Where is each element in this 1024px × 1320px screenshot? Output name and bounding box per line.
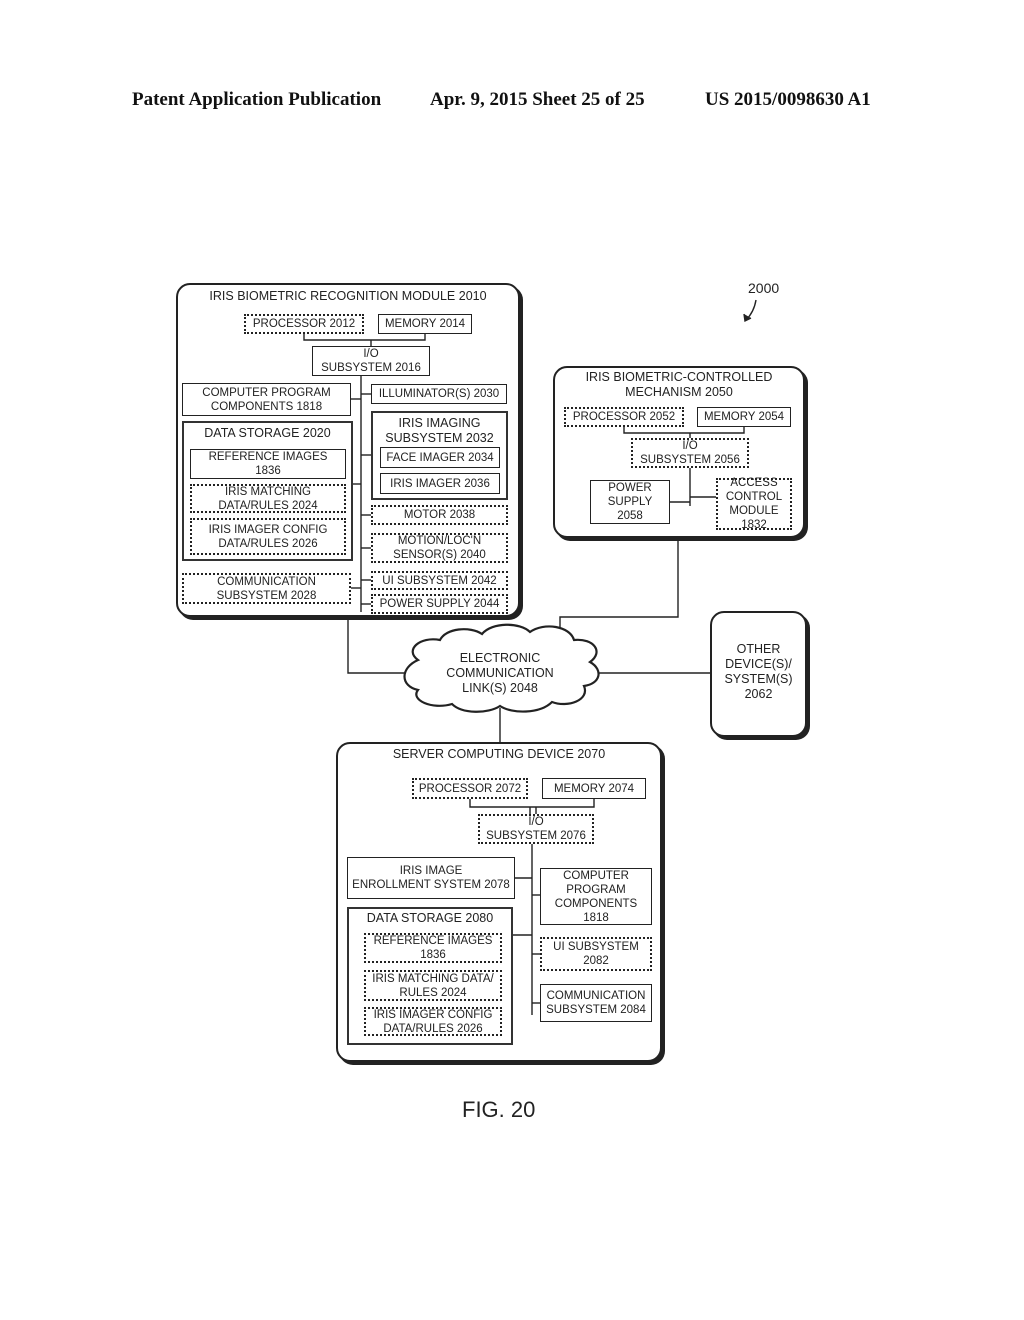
ui-subsystem-2042: UI SUBSYSTEM 2042 [371, 571, 508, 590]
memory-2054: MEMORY 2054 [697, 407, 791, 427]
server-iris-imager-config-2026: IRIS IMAGER CONFIG DATA/RULES 2026 [364, 1007, 502, 1036]
power-supply-2044: POWER SUPPLY 2044 [371, 594, 508, 614]
figure-label: FIG. 20 [462, 1097, 536, 1122]
communication-subsystem-2028: COMMUNICATION SUBSYSTEM 2028 [182, 573, 351, 604]
server-reference-images-1836: REFERENCE IMAGES 1836 [364, 933, 502, 963]
illuminator-2030: ILLUMINATOR(S) 2030 [371, 384, 507, 404]
iris-imaging-title: IRIS IMAGING SUBSYSTEM 2032 [385, 416, 494, 445]
ui-subsystem-2082: UI SUBSYSTEM 2082 [540, 937, 652, 971]
access-control-module-1832: ACCESS CONTROL MODULE 1832 [716, 477, 792, 531]
io-subsystem-2076: I/O SUBSYSTEM 2076 [478, 814, 594, 844]
module-title: IRIS BIOMETRIC RECOGNITION MODULE 2010 [209, 289, 487, 303]
iris-imager-2036: IRIS IMAGER 2036 [380, 473, 500, 494]
server-data-storage-title: DATA STORAGE 2080 [366, 911, 494, 925]
io-subsystem-2056: I/O SUBSYSTEM 2056 [631, 438, 749, 468]
io-subsystem-2016: I/O SUBSYSTEM 2016 [312, 346, 430, 376]
processor-2052: PROCESSOR 2052 [564, 407, 684, 427]
memory-2074: MEMORY 2074 [542, 778, 646, 799]
program-components-1818: COMPUTER PROGRAM COMPONENTS 1818 [182, 383, 351, 416]
reference-number: 2000 [748, 280, 780, 296]
iris-matching-rules-2024: IRIS MATCHING DATA/RULES 2024 [190, 484, 346, 513]
motion-sensors-2040: MOTION/LOC'N SENSOR(S) 2040 [371, 533, 508, 563]
communication-link-2048: ELECTRONIC COMMUNICATION LINK(S) 2048 [446, 651, 554, 695]
motor-2038: MOTOR 2038 [371, 505, 508, 525]
reference-arrowhead [743, 313, 752, 323]
reference-arrow [745, 299, 757, 321]
publication-number: US 2015/0098630 A1 [705, 89, 871, 110]
server-iris-matching-2024: IRIS MATCHING DATA/ RULES 2024 [364, 970, 502, 1001]
other-devices-label: OTHER DEVICE(S)/ SYSTEM(S) 2062 [724, 642, 793, 701]
server-program-components-1818: COMPUTER PROGRAM COMPONENTS 1818 [540, 868, 652, 925]
power-supply-2058: POWER SUPPLY 2058 [590, 480, 670, 524]
face-imager-2034: FACE IMAGER 2034 [380, 447, 500, 468]
publication-date-sheet: Apr. 9, 2015 Sheet 25 of 25 [430, 89, 645, 110]
publication-type: Patent Application Publication [132, 89, 382, 110]
link-module-to-cloud [347, 617, 405, 674]
link-mechanism-to-cloud [559, 540, 679, 648]
mechanism-title: IRIS BIOMETRIC-CONTROLLED MECHANISM 2050 [585, 370, 773, 399]
processor-2012: PROCESSOR 2012 [244, 314, 364, 334]
iris-imager-config-2026: IRIS IMAGER CONFIG DATA/RULES 2026 [190, 518, 346, 555]
server-title: SERVER COMPUTING DEVICE 2070 [392, 747, 606, 761]
processor-2072: PROCESSOR 2072 [412, 778, 528, 799]
memory-2014: MEMORY 2014 [378, 314, 472, 334]
data-storage-title: DATA STORAGE 2020 [204, 426, 331, 440]
reference-images-1836: REFERENCE IMAGES 1836 [190, 449, 346, 479]
communication-subsystem-2084: COMMUNICATION SUBSYSTEM 2084 [540, 984, 652, 1022]
enrollment-system-2078: IRIS IMAGE ENROLLMENT SYSTEM 2078 [347, 857, 515, 899]
